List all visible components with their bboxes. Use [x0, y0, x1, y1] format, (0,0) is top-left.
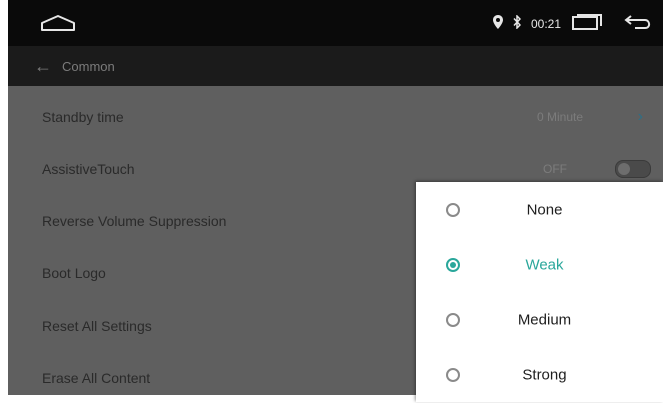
option-label: None [526, 201, 563, 218]
row-label: AssistiveTouch [42, 161, 135, 177]
row-label: Boot Logo [42, 265, 106, 281]
volume-suppression-popup: None Weak Medium Strong [416, 182, 663, 402]
assistive-touch-toggle[interactable] [615, 160, 651, 178]
chevron-right-icon: › [637, 108, 643, 125]
row-value: 0 Minute [536, 110, 583, 124]
row-label: Reverse Volume Suppression [42, 213, 227, 229]
option-none[interactable]: None [416, 182, 663, 237]
option-weak[interactable]: Weak [416, 237, 663, 292]
title-bar: ← Common [8, 46, 663, 86]
status-icons: 00:21 [492, 13, 653, 34]
option-label: Strong [522, 366, 567, 383]
bluetooth-icon [513, 14, 522, 32]
row-label: Reset All Settings [42, 318, 152, 334]
option-strong[interactable]: Strong [416, 347, 663, 402]
recent-apps-icon[interactable] [571, 13, 603, 34]
row-label: Standby time [42, 109, 124, 125]
status-bar: 00:21 [8, 0, 663, 46]
location-icon [492, 15, 503, 32]
option-medium[interactable]: Medium [416, 292, 663, 347]
row-label: Erase All Content [42, 370, 151, 386]
settings-row-standby-time[interactable]: Standby time 0 Minute › [8, 91, 663, 143]
home-icon[interactable] [40, 14, 76, 37]
page-title: Common [62, 58, 115, 74]
option-label: Weak [525, 256, 564, 273]
back-icon[interactable]: ← [34, 56, 52, 77]
clock-time: 00:21 [530, 16, 561, 31]
back-arrow-icon[interactable] [623, 13, 653, 34]
option-label: Medium [517, 311, 572, 328]
row-value: OFF [543, 162, 567, 176]
